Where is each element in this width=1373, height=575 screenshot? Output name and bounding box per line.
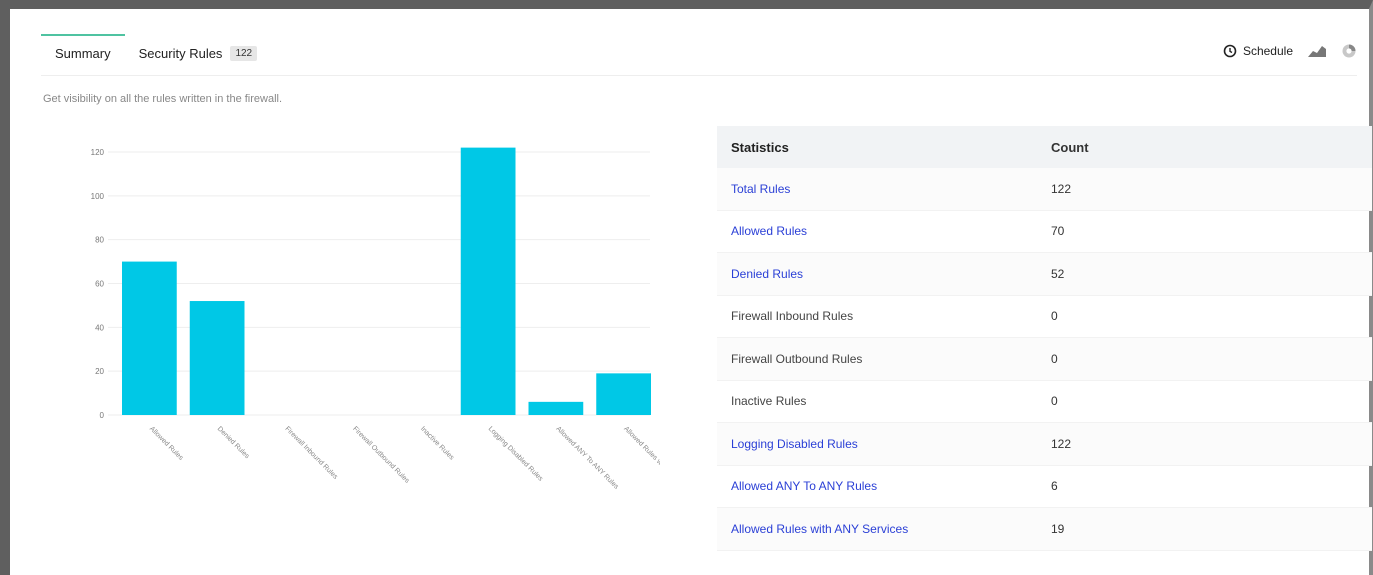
statistic-count: 19 [1051,521,1065,536]
tab-bar: Summary Security Rules 122 [41,31,271,75]
statistic-count: 0 [1051,394,1058,409]
y-tick-label: 0 [100,411,105,420]
table-row: Allowed Rules with ANY Services 19 [717,508,1372,551]
bar[interactable] [528,401,584,415]
table-row: Firewall Outbound Rules 0 [717,338,1372,381]
statistic-count: 70 [1051,224,1065,239]
statistic-count: 52 [1051,266,1065,281]
x-tick-label: Firewall Inbound Rules [283,425,339,481]
x-tick-label: Allowed Rules with ANY Services [622,425,660,503]
clock-icon [1223,44,1237,58]
tab-summary[interactable]: Summary [41,33,125,71]
tabs-divider [41,75,1357,76]
statistic-label: Inactive Rules [731,394,807,409]
x-tick-label: Allowed Rules [148,425,185,462]
security-rules-count-badge: 122 [230,45,258,61]
table-row: Inactive Rules 0 [717,381,1372,423]
bar[interactable] [596,373,651,415]
tab-security-rules[interactable]: Security Rules 122 [125,36,272,71]
rules-bar-chart: 0 20 40 60 80 100 120 Allowed Rules Denied Rules… [91,147,660,504]
statistic-link[interactable]: Logging Disabled Rules [731,437,858,451]
y-tick-label: 80 [95,236,104,245]
statistics-table: Statistics Count Total Rules 122 Allowed R… [717,126,1372,551]
tab-security-rules-label: Security Rules [138,45,223,61]
statistic-link[interactable]: Total Rules [731,182,790,196]
x-tick-label: Logging Disabled Rules [487,425,545,483]
statistic-label: Firewall Inbound Rules [731,309,854,324]
statistic-count: 0 [1051,309,1058,324]
pie-chart-icon[interactable] [1341,43,1357,59]
header-count: Count [1051,139,1089,155]
statistic-link[interactable]: Denied Rules [731,267,803,281]
statistic-link[interactable]: Allowed Rules with ANY Services [731,522,908,536]
x-tick-label: Allowed ANY To ANY Rules [554,425,620,491]
table-row: Allowed Rules 70 [717,211,1372,253]
y-tick-label: 120 [91,148,105,157]
statistic-count: 122 [1051,181,1072,196]
schedule-label: Schedule [1242,44,1293,58]
table-row: Logging Disabled Rules 122 [717,423,1372,466]
header-statistics: Statistics [731,139,789,155]
chart-area-icon[interactable] [1307,44,1327,58]
statistic-link[interactable]: Allowed Rules [731,224,807,238]
tab-summary-label: Summary [55,45,111,61]
table-row: Allowed ANY To ANY Rules 6 [717,466,1372,508]
x-tick-label: Denied Rules [216,425,251,460]
y-tick-label: 100 [91,192,105,201]
bar[interactable] [460,147,516,415]
statistic-count: 6 [1051,479,1058,494]
table-row: Firewall Inbound Rules 0 [717,296,1372,338]
y-tick-label: 60 [95,280,104,289]
x-tick-label: Firewall Outbound Rules [351,425,411,485]
schedule-button[interactable]: Schedule [1223,44,1293,58]
x-tick-label: Inactive Rules [419,425,455,461]
statistics-table-body: Total Rules 122 Allowed Rules 70 Denied Rule… [717,168,1372,551]
y-tick-label: 40 [95,323,104,332]
y-tick-label: 20 [95,367,104,376]
page-subtitle: Get visibility on all the rules written … [43,93,283,105]
bar[interactable] [189,301,245,415]
statistic-label: Firewall Outbound Rules [731,351,863,366]
table-row: Total Rules 122 [717,168,1372,211]
statistics-table-header: Statistics Count [717,126,1372,168]
statistic-link[interactable]: Allowed ANY To ANY Rules [731,479,877,493]
statistic-count: 0 [1051,351,1058,366]
app-frame: Summary Security Rules 122 Schedule Get … [0,0,1373,575]
bar[interactable] [122,261,177,415]
statistic-count: 122 [1051,436,1072,451]
table-row: Denied Rules 52 [717,253,1372,296]
toolbar: Schedule [1223,43,1357,59]
